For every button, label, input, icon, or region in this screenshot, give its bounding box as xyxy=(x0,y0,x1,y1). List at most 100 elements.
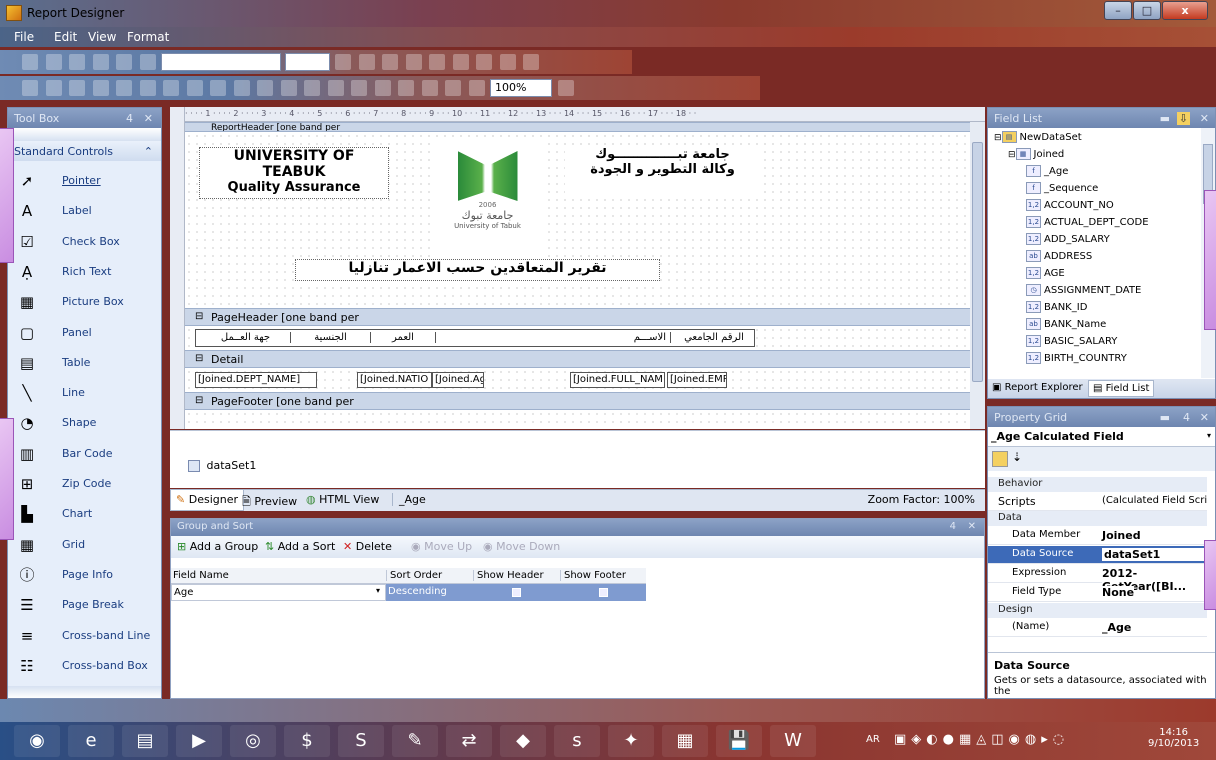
prop-value[interactable]: None xyxy=(1102,586,1135,599)
university-en-box[interactable]: UNIVERSITY OF TEABUK Quality Assurance xyxy=(199,147,389,199)
undo-icon[interactable] xyxy=(116,54,132,70)
toolbox-item-page-info[interactable]: ⓘ Page Info xyxy=(8,560,161,590)
zoom-combo[interactable]: 100% xyxy=(490,79,552,97)
redo-icon[interactable] xyxy=(139,54,156,70)
center-v-icon[interactable] xyxy=(327,80,344,96)
toolbox-item-pointer[interactable]: ➚ Pointer xyxy=(8,166,161,196)
alphabetical-icon[interactable]: ⇣ xyxy=(1012,450,1022,464)
toolbox-item-table[interactable]: ▤ Table xyxy=(8,348,161,378)
add-group-button[interactable]: ⊞ Add a Group xyxy=(177,540,258,553)
add-sort-button[interactable]: ⇅ Add a Sort xyxy=(265,540,335,553)
same-width-icon[interactable] xyxy=(186,80,203,96)
field-item[interactable]: f _Age xyxy=(1026,165,1068,177)
bring-front-icon[interactable] xyxy=(351,80,367,96)
field-dept-name[interactable]: [Joined.DEPT_NAME] xyxy=(195,372,317,388)
report-header-area[interactable]: UNIVERSITY OF TEABUK Quality Assurance 2… xyxy=(185,132,970,308)
group-icon[interactable] xyxy=(398,80,414,96)
tab-field-list[interactable]: ▤ Field List xyxy=(1088,380,1155,397)
prop-close-icon[interactable]: ✕ xyxy=(1200,411,1209,424)
tab-designer[interactable]: ✎ Designer xyxy=(170,490,244,511)
same-height-icon[interactable] xyxy=(210,80,226,96)
font-color-icon[interactable] xyxy=(405,54,422,70)
field-item[interactable]: f _Sequence xyxy=(1026,182,1098,194)
prop-name[interactable]: (Name) _Age xyxy=(988,619,1207,637)
paste-icon[interactable] xyxy=(92,54,109,70)
align-left-icon[interactable] xyxy=(452,54,469,70)
object-dropdown-icon[interactable]: ▾ xyxy=(1207,431,1211,440)
group-sort-row[interactable]: Age ▾ Descending xyxy=(171,584,646,601)
ungroup-icon[interactable] xyxy=(421,80,438,96)
align-tops-icon[interactable] xyxy=(116,80,132,96)
prop-row[interactable]: Expression 2012-GetYear([BI... xyxy=(988,565,1207,593)
cat-behavior[interactable]: Behavior xyxy=(988,477,1207,492)
align-centers-icon[interactable] xyxy=(69,80,85,96)
explorer-icon[interactable]: ▤ xyxy=(122,725,168,757)
align-lefts-icon[interactable] xyxy=(45,80,62,96)
object-selector[interactable]: _Age Calculated Field ▾ xyxy=(988,427,1215,447)
field-list-pin-icon[interactable]: ⇩ xyxy=(1176,112,1190,125)
tab-preview[interactable]: 🗎 Preview xyxy=(242,493,297,512)
bold-icon[interactable] xyxy=(335,54,351,70)
move-up-button[interactable]: ◉ Move Up xyxy=(411,540,472,553)
word-icon[interactable]: W xyxy=(770,725,816,757)
group-sort-close-icon[interactable]: ✕ xyxy=(968,521,976,532)
clock[interactable]: 14:16 9/10/2013 xyxy=(1148,727,1199,749)
prop-row[interactable]: Data Member Joined xyxy=(988,527,1207,545)
toolbox-scroll-down[interactable] xyxy=(8,686,161,698)
show-header-checkbox[interactable] xyxy=(512,588,521,597)
app-icon[interactable]: ◆ xyxy=(500,725,546,757)
field-emp[interactable]: [Joined.EMP xyxy=(667,372,727,388)
field-item[interactable]: 1,2 ACTUAL_DEPT_CODE xyxy=(1026,216,1149,228)
page-footer-area[interactable] xyxy=(185,410,970,429)
prop-scripts-value[interactable]: (Calculated Field Scri... xyxy=(1102,495,1207,506)
toolbox-item-grid[interactable]: ▦ Grid xyxy=(8,530,161,560)
align-center-icon[interactable] xyxy=(476,54,492,70)
cat-design[interactable]: Design xyxy=(988,603,1207,618)
tree-table-joined[interactable]: ⊟ ▦ Joined xyxy=(1008,148,1064,160)
v-spacing-icon[interactable] xyxy=(280,80,297,96)
align-rights-icon[interactable] xyxy=(92,80,109,96)
collapse-band-icon[interactable]: ⊟ xyxy=(195,395,203,406)
report-title-box[interactable]: تقرير المتعاقدين حسب الاعمار تنازليا xyxy=(295,259,660,281)
align-right-icon[interactable] xyxy=(499,54,516,70)
menu-edit[interactable]: Edit xyxy=(54,30,77,44)
file-s-icon[interactable]: s xyxy=(554,725,600,757)
university-ar-box[interactable]: جامعة تبــــــــــــــوك وكالة التطوير و… xyxy=(565,147,760,199)
menu-view[interactable]: View xyxy=(88,30,116,44)
row-show-footer[interactable] xyxy=(560,584,646,601)
toolbox-item-cross-band-box[interactable]: ☷ Cross-band Box xyxy=(8,651,161,681)
field-item[interactable]: 1,2 AGE xyxy=(1026,267,1065,279)
underline-icon[interactable] xyxy=(382,54,398,70)
prop-scripts[interactable]: Scripts (Calculated Field Scri... xyxy=(988,493,1207,511)
detail-band[interactable]: ⊟ Detail xyxy=(185,350,970,368)
save-icon[interactable] xyxy=(22,54,38,70)
categorized-icon[interactable] xyxy=(992,451,1008,467)
menu-format[interactable]: Format xyxy=(127,30,169,44)
row-show-header[interactable] xyxy=(473,584,560,601)
prop-value[interactable]: Joined xyxy=(1102,529,1141,542)
lock-icon[interactable] xyxy=(445,80,461,96)
tab-html-view[interactable]: ◍ HTML View xyxy=(306,493,379,506)
collapse-icon[interactable]: ⌃ xyxy=(144,145,153,158)
language-indicator[interactable]: AR xyxy=(866,734,880,745)
prop-value[interactable]: dataSet1 xyxy=(1102,548,1207,561)
justify-icon[interactable] xyxy=(523,54,539,70)
show-footer-checkbox[interactable] xyxy=(598,588,608,597)
dataset-component[interactable]: dataSet1 xyxy=(188,459,256,472)
prop-row[interactable]: Data Source dataSet1 xyxy=(988,546,1207,564)
toolbox-item-rich-text[interactable]: Ạ Rich Text xyxy=(8,257,161,287)
report-designer-surface[interactable]: · · · · 1 · · · · 2 · · · · 3 · · · · 4 … xyxy=(170,107,985,429)
collapse-band-icon[interactable]: ⊟ xyxy=(195,353,203,364)
standard-controls-section[interactable]: Standard Controls ⌃ xyxy=(8,141,161,161)
font-size-combo[interactable] xyxy=(284,53,330,71)
toolbox-item-page-break[interactable]: ☰ Page Break xyxy=(8,590,161,620)
start-orb-icon[interactable]: ◉ xyxy=(14,725,60,757)
toolbox-close-icon[interactable]: ✕ xyxy=(144,112,153,125)
italic-icon[interactable] xyxy=(358,54,375,70)
field-item[interactable]: ◷ ASSIGNMENT_DATE xyxy=(1026,284,1141,296)
page-header-band[interactable]: ⊟ PageHeader [one band per xyxy=(185,308,970,326)
paint-icon[interactable]: ✎ xyxy=(392,725,438,757)
tree-root-dataset[interactable]: ⊟ ▤ NewDataSet xyxy=(994,131,1082,143)
toolbox-item-shape[interactable]: ◔ Shape xyxy=(8,408,161,438)
toolbox-item-line[interactable]: ╲ Line xyxy=(8,378,161,408)
